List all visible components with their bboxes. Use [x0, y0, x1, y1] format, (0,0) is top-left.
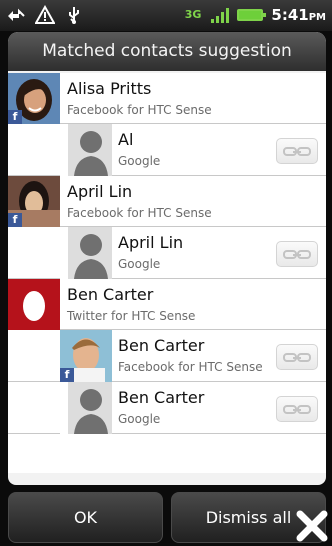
ok-button[interactable]: OK — [8, 492, 163, 543]
contact-name: Ben Carter — [67, 285, 154, 304]
link-icon — [283, 353, 311, 362]
link-button[interactable] — [276, 241, 318, 267]
facebook-badge-icon: f — [8, 110, 22, 124]
contact-row[interactable]: f Alisa Pritts Facebook for HTC Sense — [8, 73, 326, 124]
matched-contact-row[interactable]: April Lin Google — [8, 227, 326, 279]
network-type: 3G — [184, 8, 202, 21]
woman-photo-icon: f — [8, 176, 60, 227]
contact-source: Facebook for HTC Sense — [67, 103, 212, 117]
contact-name: Alisa Pritts — [67, 79, 152, 98]
tool-icon — [296, 510, 328, 542]
man-photo-icon: f — [60, 330, 112, 382]
time-text: 5:41 — [271, 6, 309, 24]
facebook-badge-icon: f — [60, 368, 74, 382]
contacts-list[interactable]: f Alisa Pritts Facebook for HTC Sense Al… — [8, 73, 326, 473]
signal-icon — [211, 8, 230, 23]
status-time: 5:41PM — [271, 6, 326, 24]
dialog-title: Matched contacts suggestion — [8, 32, 326, 71]
status-bar: 3G 5:41PM — [0, 0, 332, 31]
match-name: Al — [118, 130, 134, 149]
matched-contact-row[interactable]: f Ben Carter Facebook for HTC Sense — [8, 330, 326, 382]
contact-row[interactable]: f April Lin Facebook for HTC Sense — [8, 176, 326, 227]
egg-icon — [8, 279, 60, 330]
woman-photo-icon: f — [8, 73, 60, 124]
contact-source: Facebook for HTC Sense — [67, 206, 212, 220]
match-source: Facebook for HTC Sense — [118, 360, 263, 374]
match-name: Ben Carter — [118, 388, 205, 407]
match-source: Google — [118, 257, 161, 271]
link-button[interactable] — [276, 138, 318, 164]
ampm-text: PM — [308, 12, 326, 23]
warning-icon — [35, 5, 55, 24]
silhouette-icon — [60, 124, 112, 176]
link-button[interactable] — [276, 396, 318, 422]
usb-icon — [69, 7, 79, 24]
match-name: April Lin — [118, 233, 184, 252]
link-icon — [283, 147, 311, 156]
link-icon — [283, 250, 311, 259]
match-source: Google — [118, 412, 161, 426]
silhouette-icon — [60, 227, 112, 279]
silhouette-icon — [60, 382, 112, 434]
contact-name: April Lin — [67, 182, 133, 201]
match-source: Google — [118, 154, 161, 168]
status-right: 3G 5:41PM — [185, 5, 326, 25]
link-icon — [283, 405, 311, 414]
matched-contact-row[interactable]: Ben Carter Google — [8, 382, 326, 434]
facebook-badge-icon: f — [8, 213, 22, 227]
battery-icon — [237, 9, 267, 21]
contact-source: Twitter for HTC Sense — [67, 309, 196, 323]
sync-icon — [8, 8, 25, 21]
matched-contact-row[interactable]: Al Google — [8, 124, 326, 176]
dialog-buttons: OK Dismiss all — [8, 492, 326, 546]
contact-row[interactable]: Ben Carter Twitter for HTC Sense — [8, 279, 326, 330]
matched-contacts-dialog: Matched contacts suggestion f Alisa Prit… — [8, 32, 326, 485]
status-left-icons — [6, 5, 84, 25]
match-name: Ben Carter — [118, 336, 205, 355]
link-button[interactable] — [276, 344, 318, 370]
